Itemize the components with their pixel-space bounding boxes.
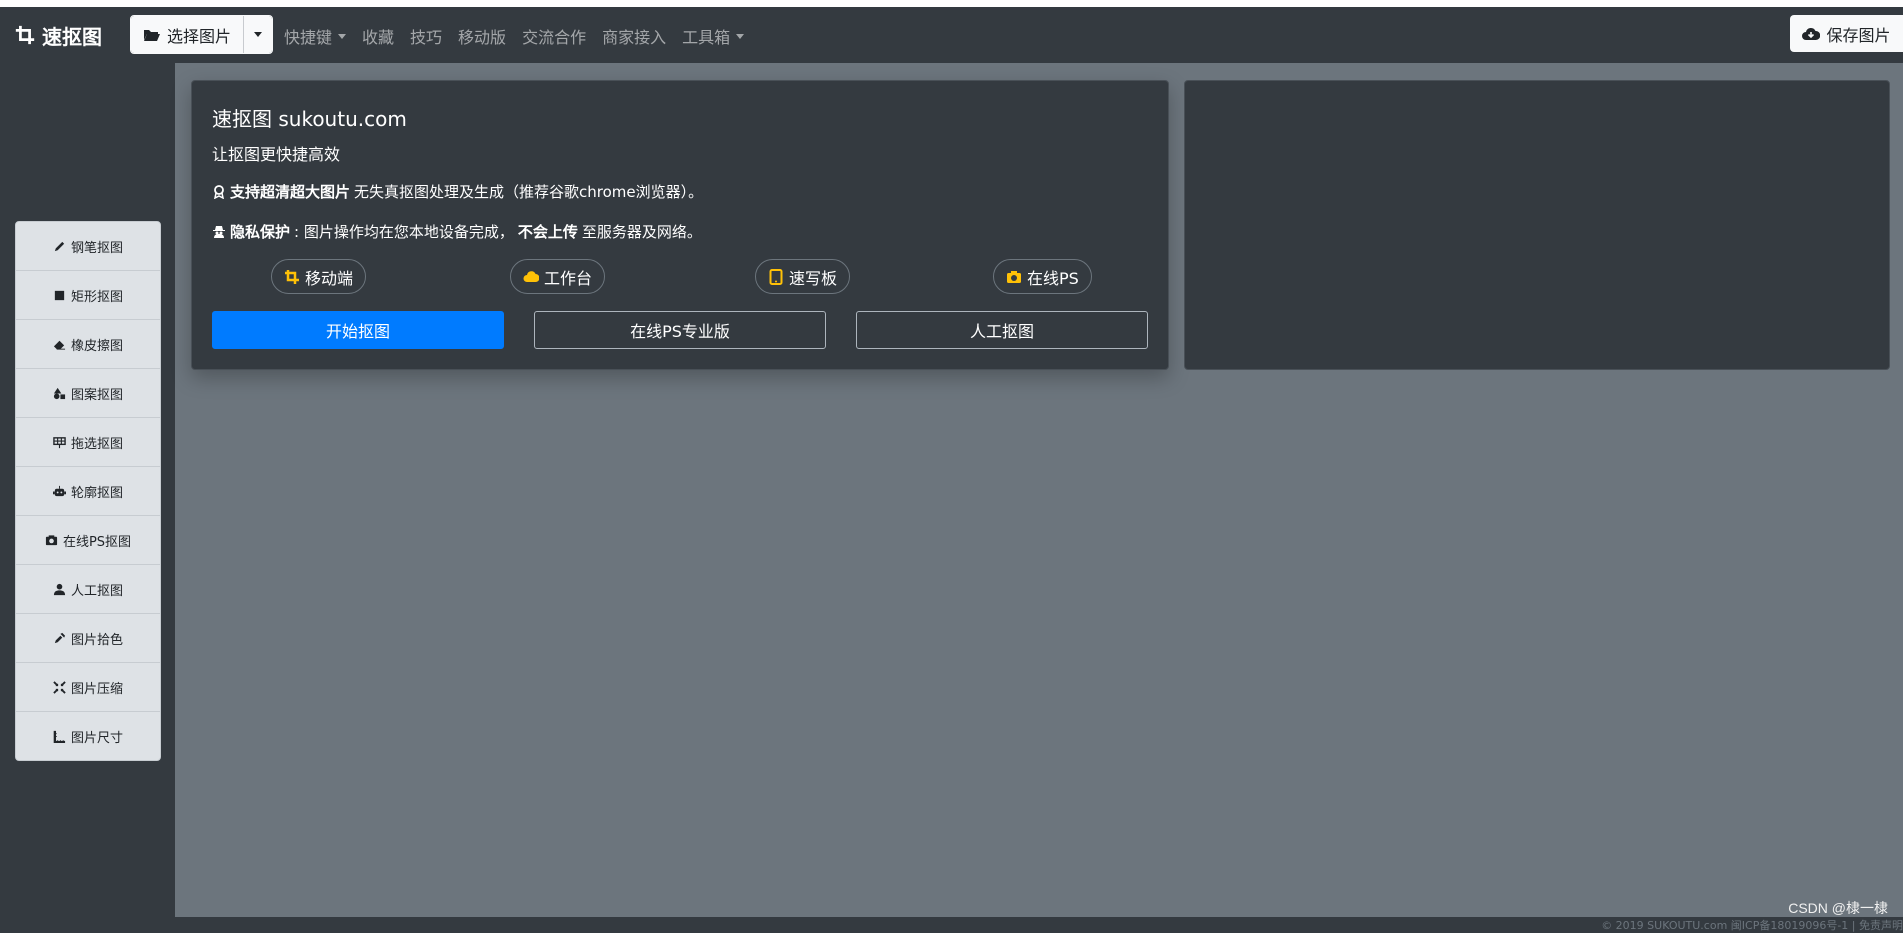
- feature1-bold: 支持超清超大图片: [230, 183, 351, 201]
- pill-mobile-label: 移动端: [305, 268, 354, 288]
- nav-favorites-label: 收藏: [362, 28, 395, 47]
- square-icon: [54, 290, 65, 300]
- award-icon: [214, 184, 224, 199]
- eraser-icon: [53, 340, 66, 350]
- manual-cutout-button[interactable]: 人工抠图: [856, 311, 1148, 349]
- pill-workbench[interactable]: 工作台: [510, 259, 606, 294]
- feature1-text: 无失真抠图处理及生成（推荐谷歌chrome浏览器）。: [354, 183, 704, 201]
- drag-select-icon: [53, 436, 66, 448]
- ruler-icon: [53, 730, 66, 743]
- pill-workbench-label: 工作台: [544, 268, 593, 288]
- tool-label: 在线PS抠图: [62, 534, 132, 550]
- tool-label: 拖选抠图: [70, 436, 123, 452]
- tool-online-ps-cutout[interactable]: 在线PS抠图: [16, 516, 160, 565]
- select-image-group: 选择图片: [130, 15, 274, 54]
- copyright: © 2019 SUKOUTU.com 闽ICP备18019096号-1 | 免责…: [1601, 919, 1903, 932]
- feature2-text-rest: 至服务器及网络。: [581, 223, 702, 241]
- nav-favorites[interactable]: 收藏: [354, 24, 402, 48]
- nav-tips[interactable]: 技巧: [402, 24, 450, 48]
- caret-down-icon: [254, 32, 263, 37]
- caret-down-icon: [736, 33, 745, 39]
- user-icon: [53, 583, 66, 595]
- cloud-icon: [523, 270, 539, 282]
- nav-toolbox[interactable]: 工具箱: [674, 24, 752, 48]
- tablet-icon: [769, 268, 783, 285]
- navbar: 速抠图 选择图片 快捷键 收藏 技巧 移动版 交流合作 商家接入 工具箱 保存图…: [0, 7, 1903, 63]
- pill-online-ps[interactable]: 在线PS: [993, 259, 1092, 294]
- online-ps-pro-button[interactable]: 在线PS专业版: [534, 311, 826, 349]
- pill-sketchpad-label: 速写板: [789, 268, 838, 288]
- nav-tips-label: 技巧: [410, 28, 443, 47]
- intro-card: 速抠图 sukoutu.com 让抠图更快捷高效 支持超清超大图片 无失真抠图处…: [191, 80, 1169, 370]
- pill-online-ps-label: 在线PS: [1027, 268, 1079, 288]
- camera-icon: [1007, 270, 1021, 283]
- robot-icon: [52, 485, 66, 496]
- tool-contour-cutout[interactable]: 轮廓抠图: [16, 467, 160, 516]
- nav-mobile-label: 移动版: [458, 28, 507, 47]
- nav-shortcuts[interactable]: 快捷键: [276, 24, 354, 48]
- nav-toolbox-label: 工具箱: [682, 28, 731, 47]
- select-image-button[interactable]: 选择图片: [131, 16, 245, 53]
- pill-sketchpad[interactable]: 速写板: [755, 259, 851, 294]
- tool-label: 图片尺寸: [70, 730, 123, 746]
- camera-icon: [45, 534, 58, 545]
- preview-panel: [1184, 80, 1890, 370]
- tool-eraser[interactable]: 橡皮擦图: [16, 320, 160, 369]
- eyedropper-icon: [54, 632, 66, 643]
- tool-image-size[interactable]: 图片尺寸: [16, 712, 160, 760]
- pen-icon: [54, 241, 65, 251]
- nav-cooperation-label: 交流合作: [522, 28, 587, 47]
- nav-merchant-label: 商家接入: [602, 28, 667, 47]
- crop-icon: [15, 25, 35, 45]
- tool-label: 图案抠图: [70, 387, 123, 403]
- save-image-button[interactable]: 保存图片: [1790, 15, 1903, 52]
- tool-label: 图片拾色: [70, 632, 123, 648]
- nav-merchant[interactable]: 商家接入: [594, 24, 674, 48]
- shapes-icon: [53, 387, 66, 399]
- brand[interactable]: 速抠图: [14, 21, 102, 49]
- tool-manual-cutout[interactable]: 人工抠图: [16, 565, 160, 614]
- select-image-dropdown-toggle[interactable]: [244, 16, 273, 53]
- nav-cooperation[interactable]: 交流合作: [514, 24, 594, 48]
- intro-subtitle: 让抠图更快捷高效: [212, 145, 341, 164]
- tool-pattern-cutout[interactable]: 图案抠图: [16, 369, 160, 418]
- tool-rect-cutout[interactable]: 矩形抠图: [16, 271, 160, 320]
- tool-compress[interactable]: 图片压缩: [16, 663, 160, 712]
- start-cutout-button[interactable]: 开始抠图: [212, 311, 504, 349]
- tool-label: 图片压缩: [70, 681, 123, 697]
- compress-icon: [53, 680, 66, 694]
- nav-links: 快捷键 收藏 技巧 移动版 交流合作 商家接入 工具箱: [276, 24, 752, 48]
- top-strip: [0, 0, 1903, 7]
- intro-title: 速抠图 sukoutu.com: [212, 107, 407, 131]
- tool-label: 橡皮擦图: [70, 338, 123, 354]
- select-image-label: 选择图片: [167, 26, 232, 46]
- tool-label: 矩形抠图: [70, 289, 123, 305]
- feature2-text: : 图片操作均在您本地设备完成，: [294, 223, 514, 241]
- feature-large-images: 支持超清超大图片 无失真抠图处理及生成（推荐谷歌chrome浏览器）。: [212, 181, 703, 202]
- crop-icon: [285, 269, 299, 284]
- user-secret-icon: [213, 225, 225, 238]
- tool-label: 人工抠图: [70, 583, 123, 599]
- folder-open-icon: [144, 29, 160, 41]
- brand-name: 速抠图: [42, 24, 102, 49]
- watermark: CSDN @棣一棣: [1788, 900, 1888, 916]
- workspace: 速抠图 sukoutu.com 让抠图更快捷高效 支持超清超大图片 无失真抠图处…: [175, 63, 1903, 917]
- cloud-download-icon: [1802, 27, 1821, 40]
- tool-pen-cutout[interactable]: 钢笔抠图: [16, 222, 160, 271]
- caret-down-icon: [338, 33, 347, 39]
- nav-shortcuts-label: 快捷键: [284, 28, 333, 47]
- tool-label: 轮廓抠图: [70, 485, 123, 501]
- feature2-bold2: 不会上传: [517, 223, 578, 241]
- pill-mobile[interactable]: 移动端: [271, 259, 367, 294]
- tool-drag-select[interactable]: 拖选抠图: [16, 418, 160, 467]
- save-image-label: 保存图片: [1826, 25, 1891, 45]
- nav-mobile[interactable]: 移动版: [450, 24, 514, 48]
- feature-privacy: 隐私保护 : 图片操作均在您本地设备完成， 不会上传 至服务器及网络。: [212, 221, 702, 242]
- tool-color-picker[interactable]: 图片拾色: [16, 614, 160, 663]
- feature2-bold: 隐私保护: [230, 223, 291, 241]
- tool-menu: 钢笔抠图 矩形抠图 橡皮擦图 图案抠图 拖选抠图 轮廓抠图 在线PS抠图 人工抠…: [15, 221, 161, 761]
- tool-label: 钢笔抠图: [70, 240, 123, 256]
